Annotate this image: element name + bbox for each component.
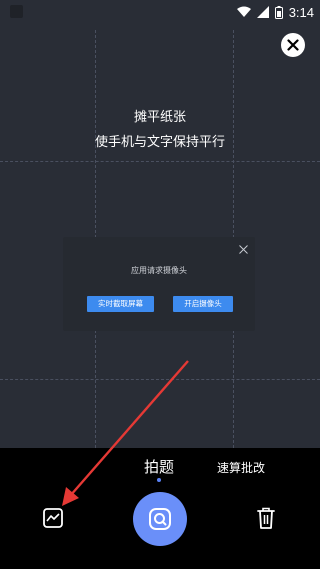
close-icon [287,39,299,51]
trash-icon [257,507,275,529]
status-icons: 3:14 [236,3,314,21]
battery-icon [274,5,283,19]
wifi-icon [236,6,251,17]
tab-photo-question[interactable]: 拍题 [144,456,174,477]
active-tab-indicator [157,478,161,482]
camera-request-dialog: 应用请求摄像头 实时截取屏幕 开启摄像头 [63,237,255,331]
grid-line [0,379,320,380]
shutter-button[interactable] [133,492,187,546]
close-button[interactable] [281,33,305,57]
gallery-button[interactable] [42,507,64,529]
delete-button[interactable] [256,506,276,530]
app-icon [10,5,23,18]
screen-capture-button[interactable]: 实时截取屏幕 [87,296,154,312]
hint-text-primary: 摊平纸张 [133,110,186,125]
hint-text-secondary: 使手机与文字保持平行 [94,135,225,150]
image-icon [43,508,63,528]
status-bar: 3:14 [0,0,320,24]
grid-line [0,161,320,162]
dialog-title: 应用请求摄像头 [131,266,187,275]
dialog-close-icon[interactable] [239,245,248,254]
signal-icon [256,6,269,18]
status-time: 3:14 [288,4,314,20]
scan-search-icon [149,508,171,530]
open-camera-button[interactable]: 开启摄像头 [173,296,233,312]
tab-quick-calc-check[interactable]: 速算批改 [217,459,265,476]
